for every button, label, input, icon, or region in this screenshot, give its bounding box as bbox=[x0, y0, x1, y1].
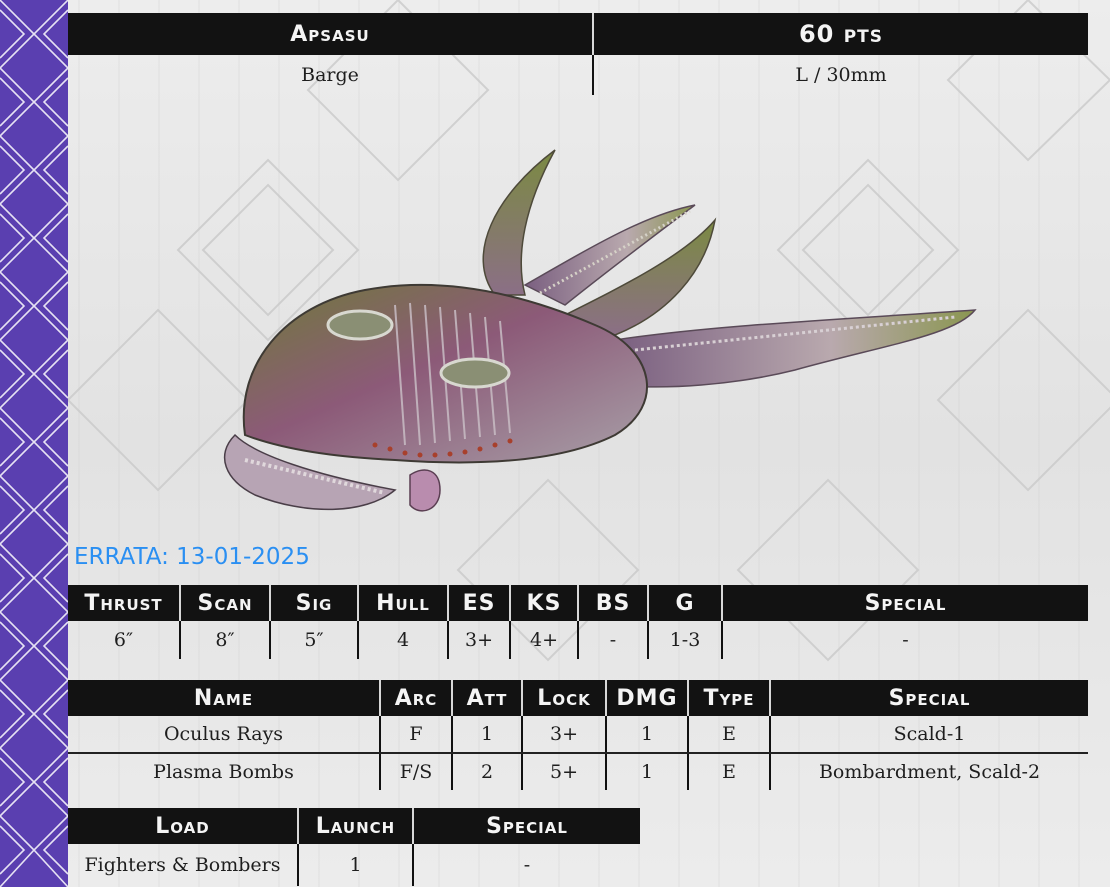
weapon-arc: F bbox=[379, 716, 452, 754]
weapon-special: Bombardment, Scald-2 bbox=[769, 753, 1088, 790]
stat-header-ks: KS bbox=[509, 585, 578, 621]
chevron-pattern bbox=[0, 0, 68, 887]
weapon-dmg: 1 bbox=[605, 716, 688, 754]
launch-header-special: Special bbox=[412, 808, 640, 844]
stat-header-scan: Scan bbox=[179, 585, 270, 621]
stat-header-g: G bbox=[647, 585, 722, 621]
stat-header-sig: Sig bbox=[269, 585, 358, 621]
weapon-dmg: 1 bbox=[605, 753, 688, 790]
weapon-header-name: Name bbox=[68, 680, 380, 716]
weapon-header-dmg: DMG bbox=[605, 680, 688, 716]
table-row: Oculus Rays F 1 3+ 1 E Scald-1 bbox=[68, 716, 1088, 754]
ship-miniature-image bbox=[224, 149, 977, 512]
weapon-lock: 3+ bbox=[521, 716, 606, 754]
errata-date: ERRATA: 13-01-2025 bbox=[74, 544, 310, 570]
stat-header-bs: BS bbox=[577, 585, 648, 621]
launch-header-launch: Launch bbox=[297, 808, 413, 844]
weapon-arc: F/S bbox=[379, 753, 452, 790]
stat-sig: 5″ bbox=[269, 621, 358, 659]
weapon-att: 2 bbox=[451, 753, 522, 790]
table-row: Plasma Bombs F/S 2 5+ 1 E Bombardment, S… bbox=[68, 753, 1088, 790]
stat-header-hull: Hull bbox=[357, 585, 448, 621]
launch-header-load: Load bbox=[68, 808, 298, 844]
stats-table: Thrust Scan Sig Hull ES KS BS G Special … bbox=[68, 585, 1088, 659]
stat-header-thrust: Thrust bbox=[68, 585, 180, 621]
stat-scan: 8″ bbox=[179, 621, 270, 659]
launch-table: Load Launch Special Fighters & Bombers 1… bbox=[68, 808, 640, 886]
weapon-special: Scald-1 bbox=[769, 716, 1088, 754]
weapons-table: Name Arc Att Lock DMG Type Special Oculu… bbox=[68, 680, 1088, 790]
decorative-sidebar bbox=[0, 0, 68, 887]
unit-header-table: Apsasu 60 pts Barge L / 30mm bbox=[68, 13, 1088, 95]
stat-ks: 4+ bbox=[509, 621, 578, 659]
weapon-att: 1 bbox=[451, 716, 522, 754]
weapon-name: Plasma Bombs bbox=[153, 761, 294, 783]
launch-count: 1 bbox=[297, 844, 413, 886]
unit-type: Barge bbox=[301, 64, 359, 86]
weapon-header-lock: Lock bbox=[521, 680, 606, 716]
unit-base-size: L / 30mm bbox=[592, 55, 1088, 95]
unit-name: Apsasu bbox=[68, 13, 593, 55]
table-row: Fighters & Bombers 1 - bbox=[68, 844, 640, 886]
stat-g: 1-3 bbox=[647, 621, 722, 659]
weapon-header-type: Type bbox=[687, 680, 770, 716]
weapon-header-special: Special bbox=[769, 680, 1088, 716]
stat-es: 3+ bbox=[447, 621, 510, 659]
weapon-name: Oculus Rays bbox=[68, 716, 380, 754]
weapon-lock: 5+ bbox=[521, 753, 606, 790]
weapon-header-att: Att bbox=[451, 680, 522, 716]
weapon-type: E bbox=[687, 753, 770, 790]
stat-hull: 4 bbox=[357, 621, 448, 659]
stat-header-special: Special bbox=[721, 585, 1088, 621]
weapon-header-arc: Arc bbox=[379, 680, 452, 716]
stat-thrust: 6″ bbox=[113, 629, 134, 651]
stat-header-es: ES bbox=[447, 585, 510, 621]
stat-bs: - bbox=[577, 621, 648, 659]
launch-special: - bbox=[412, 844, 640, 886]
launch-load: Fighters & Bombers bbox=[84, 854, 281, 876]
stat-special: - bbox=[721, 621, 1088, 659]
unit-points: 60 pts bbox=[592, 13, 1088, 55]
weapon-type: E bbox=[687, 716, 770, 754]
